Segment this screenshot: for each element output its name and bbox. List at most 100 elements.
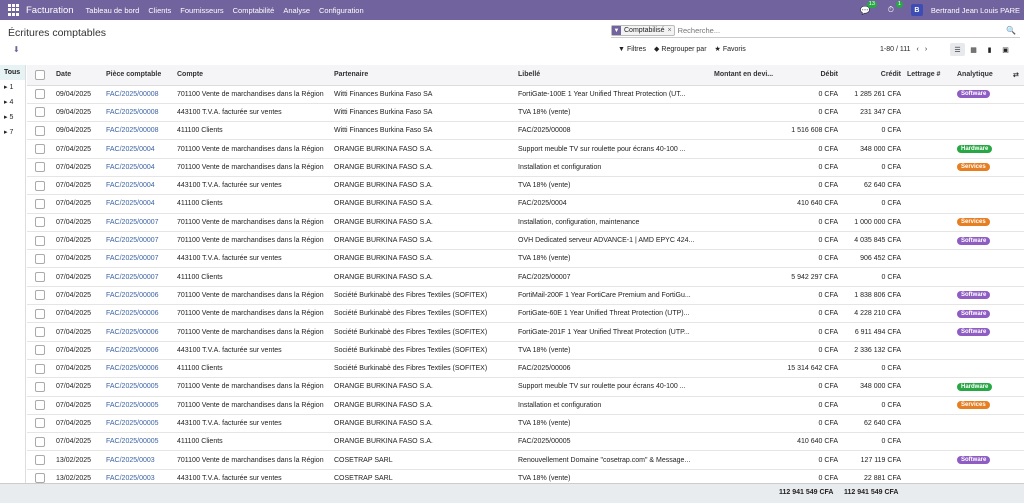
table-row[interactable]: 07/04/2025 FAC/2025/00006 443100 T.V.A. fa… (27, 341, 1024, 360)
row-select-cell[interactable] (27, 414, 53, 434)
table-row[interactable]: 07/04/2025 FAC/2025/00006 701100 Vente de … (27, 322, 1024, 342)
table-row[interactable]: 07/04/2025 FAC/2025/00005 701100 Vente de … (27, 396, 1024, 415)
row-select-cell[interactable] (27, 469, 53, 483)
row-checkbox[interactable] (35, 125, 45, 136)
pager-value[interactable]: 1-80 / 111 (880, 46, 911, 53)
row-select-cell[interactable] (27, 396, 53, 415)
row-checkbox[interactable] (35, 180, 45, 191)
chevron-left-icon[interactable]: ‹ (917, 46, 919, 53)
row-select-cell[interactable] (27, 194, 53, 214)
row-checkbox[interactable] (35, 473, 45, 483)
cell-piece[interactable]: FAC/2025/00006 (103, 341, 174, 360)
cell-piece[interactable]: FAC/2025/00005 (103, 377, 174, 397)
col-credit[interactable]: Crédit (841, 65, 904, 86)
cell-piece[interactable]: FAC/2025/00008 (103, 103, 174, 123)
table-row[interactable]: 13/02/2025 FAC/2025/0003 443100 T.V.A. fac… (27, 469, 1024, 483)
sidebar-item-5[interactable]: ▸ 5 (0, 110, 25, 125)
col-amount-currency[interactable]: Montant en devi... (711, 65, 784, 86)
row-checkbox[interactable] (35, 272, 45, 283)
table-row[interactable]: 09/04/2025 FAC/2025/00008 443100 T.V.A. fa… (27, 103, 1024, 123)
cell-piece[interactable]: FAC/2025/0004 (103, 158, 174, 177)
app-menu-icon[interactable] (8, 4, 20, 16)
download-icon[interactable]: ⬇ (13, 45, 20, 54)
graph-view-icon[interactable]: ▮ (982, 43, 997, 56)
search-facet[interactable]: ▼ Comptabilisé × (611, 25, 675, 36)
row-select-cell[interactable] (27, 304, 53, 324)
row-select-cell[interactable] (27, 377, 53, 397)
row-checkbox[interactable] (35, 290, 45, 301)
sidebar-item-4[interactable]: ▸ 4 (0, 95, 25, 110)
close-icon[interactable]: × (667, 27, 673, 34)
cell-piece[interactable]: FAC/2025/00006 (103, 286, 174, 306)
cell-piece[interactable]: FAC/2025/0003 (103, 450, 174, 470)
table-row[interactable]: 07/04/2025 FAC/2025/00007 411100 Clients OR… (27, 267, 1024, 287)
favorites-button[interactable]: ★ Favoris (715, 45, 746, 54)
table-row[interactable]: 09/04/2025 FAC/2025/00008 411100 Clients Wi… (27, 121, 1024, 141)
sidebar-item-7[interactable]: ▸ 7 (0, 125, 25, 140)
table-row[interactable]: 13/02/2025 FAC/2025/0003 701100 Vente de m… (27, 450, 1024, 470)
cell-piece[interactable]: FAC/2025/00005 (103, 396, 174, 415)
row-select-cell[interactable] (27, 432, 53, 452)
list-view-icon[interactable]: ☰ (950, 43, 965, 56)
chevron-right-icon[interactable]: › (925, 46, 927, 53)
table-row[interactable]: 07/04/2025 FAC/2025/00005 701100 Vente de … (27, 377, 1024, 397)
row-checkbox[interactable] (35, 400, 45, 411)
cell-piece[interactable]: FAC/2025/00007 (103, 267, 174, 287)
table-row[interactable]: 07/04/2025 FAC/2025/00007 443100 T.V.A. fa… (27, 249, 1024, 269)
row-select-cell[interactable] (27, 267, 53, 287)
cell-piece[interactable]: FAC/2025/00006 (103, 304, 174, 324)
cell-piece[interactable]: FAC/2025/00007 (103, 213, 174, 232)
col-account[interactable]: Compte (174, 65, 331, 86)
sidebar-item-1[interactable]: ▸ 1 (0, 80, 25, 95)
table-row[interactable]: 09/04/2025 FAC/2025/00008 701100 Vente de … (27, 85, 1024, 104)
row-select-cell[interactable] (27, 139, 53, 159)
row-checkbox[interactable] (35, 253, 45, 264)
table-row[interactable]: 07/04/2025 FAC/2025/0004 701100 Vente de m… (27, 158, 1024, 177)
row-select-cell[interactable] (27, 121, 53, 141)
cell-piece[interactable]: FAC/2025/00007 (103, 249, 174, 269)
cell-piece[interactable]: FAC/2025/00008 (103, 85, 174, 104)
row-checkbox[interactable] (35, 455, 45, 466)
menu-configuration[interactable]: Configuration (319, 6, 364, 15)
row-select-cell[interactable] (27, 322, 53, 342)
row-checkbox[interactable] (35, 198, 45, 209)
avatar[interactable]: B (910, 4, 923, 16)
menu-analysis[interactable]: Analyse (283, 6, 310, 15)
row-select-cell[interactable] (27, 231, 53, 251)
filters-button[interactable]: ▼ Filtres (618, 45, 646, 53)
row-checkbox[interactable] (35, 345, 45, 356)
cell-piece[interactable]: FAC/2025/0003 (103, 469, 174, 483)
col-debit[interactable]: Débit (784, 65, 841, 86)
row-select-cell[interactable] (27, 103, 53, 123)
table-row[interactable]: 07/04/2025 FAC/2025/00005 443100 T.V.A. fa… (27, 414, 1024, 434)
row-checkbox[interactable] (35, 327, 45, 337)
calendar-view-icon[interactable]: ▣ (998, 43, 1013, 56)
select-all-checkbox[interactable] (35, 69, 45, 80)
table-row[interactable]: 07/04/2025 FAC/2025/00007 701100 Vente de … (27, 213, 1024, 232)
group-by-button[interactable]: ◆ Regrouper par (654, 45, 707, 54)
cell-piece[interactable]: FAC/2025/00006 (103, 359, 174, 379)
cell-piece[interactable]: FAC/2025/00006 (103, 322, 174, 342)
row-select-cell[interactable] (27, 158, 53, 177)
row-select-cell[interactable] (27, 359, 53, 379)
row-checkbox[interactable] (35, 144, 45, 155)
search-input[interactable] (677, 26, 1020, 35)
menu-suppliers[interactable]: Fournisseurs (180, 6, 223, 15)
table-row[interactable]: 07/04/2025 FAC/2025/00006 701100 Vente de … (27, 286, 1024, 306)
row-checkbox[interactable] (35, 235, 45, 246)
row-select-cell[interactable] (27, 286, 53, 306)
row-select-cell[interactable] (27, 341, 53, 360)
col-label[interactable]: Libellé (515, 65, 711, 86)
row-select-cell[interactable] (27, 450, 53, 470)
menu-clients[interactable]: Clients (148, 6, 171, 15)
row-checkbox[interactable] (35, 308, 45, 319)
row-select-cell[interactable] (27, 176, 53, 196)
row-checkbox[interactable] (35, 107, 45, 118)
column-settings-icon[interactable]: ⇄ (1010, 65, 1024, 86)
app-name[interactable]: Facturation (26, 5, 74, 16)
menu-dashboard[interactable]: Tableau de bord (86, 6, 140, 15)
user-name[interactable]: Bertrand Jean Louis PARE (931, 6, 1020, 15)
activities-icon[interactable]: ⏱ 1 (885, 1, 903, 16)
cell-piece[interactable]: FAC/2025/0004 (103, 194, 174, 214)
table-row[interactable]: 07/04/2025 FAC/2025/00006 701100 Vente de … (27, 304, 1024, 324)
